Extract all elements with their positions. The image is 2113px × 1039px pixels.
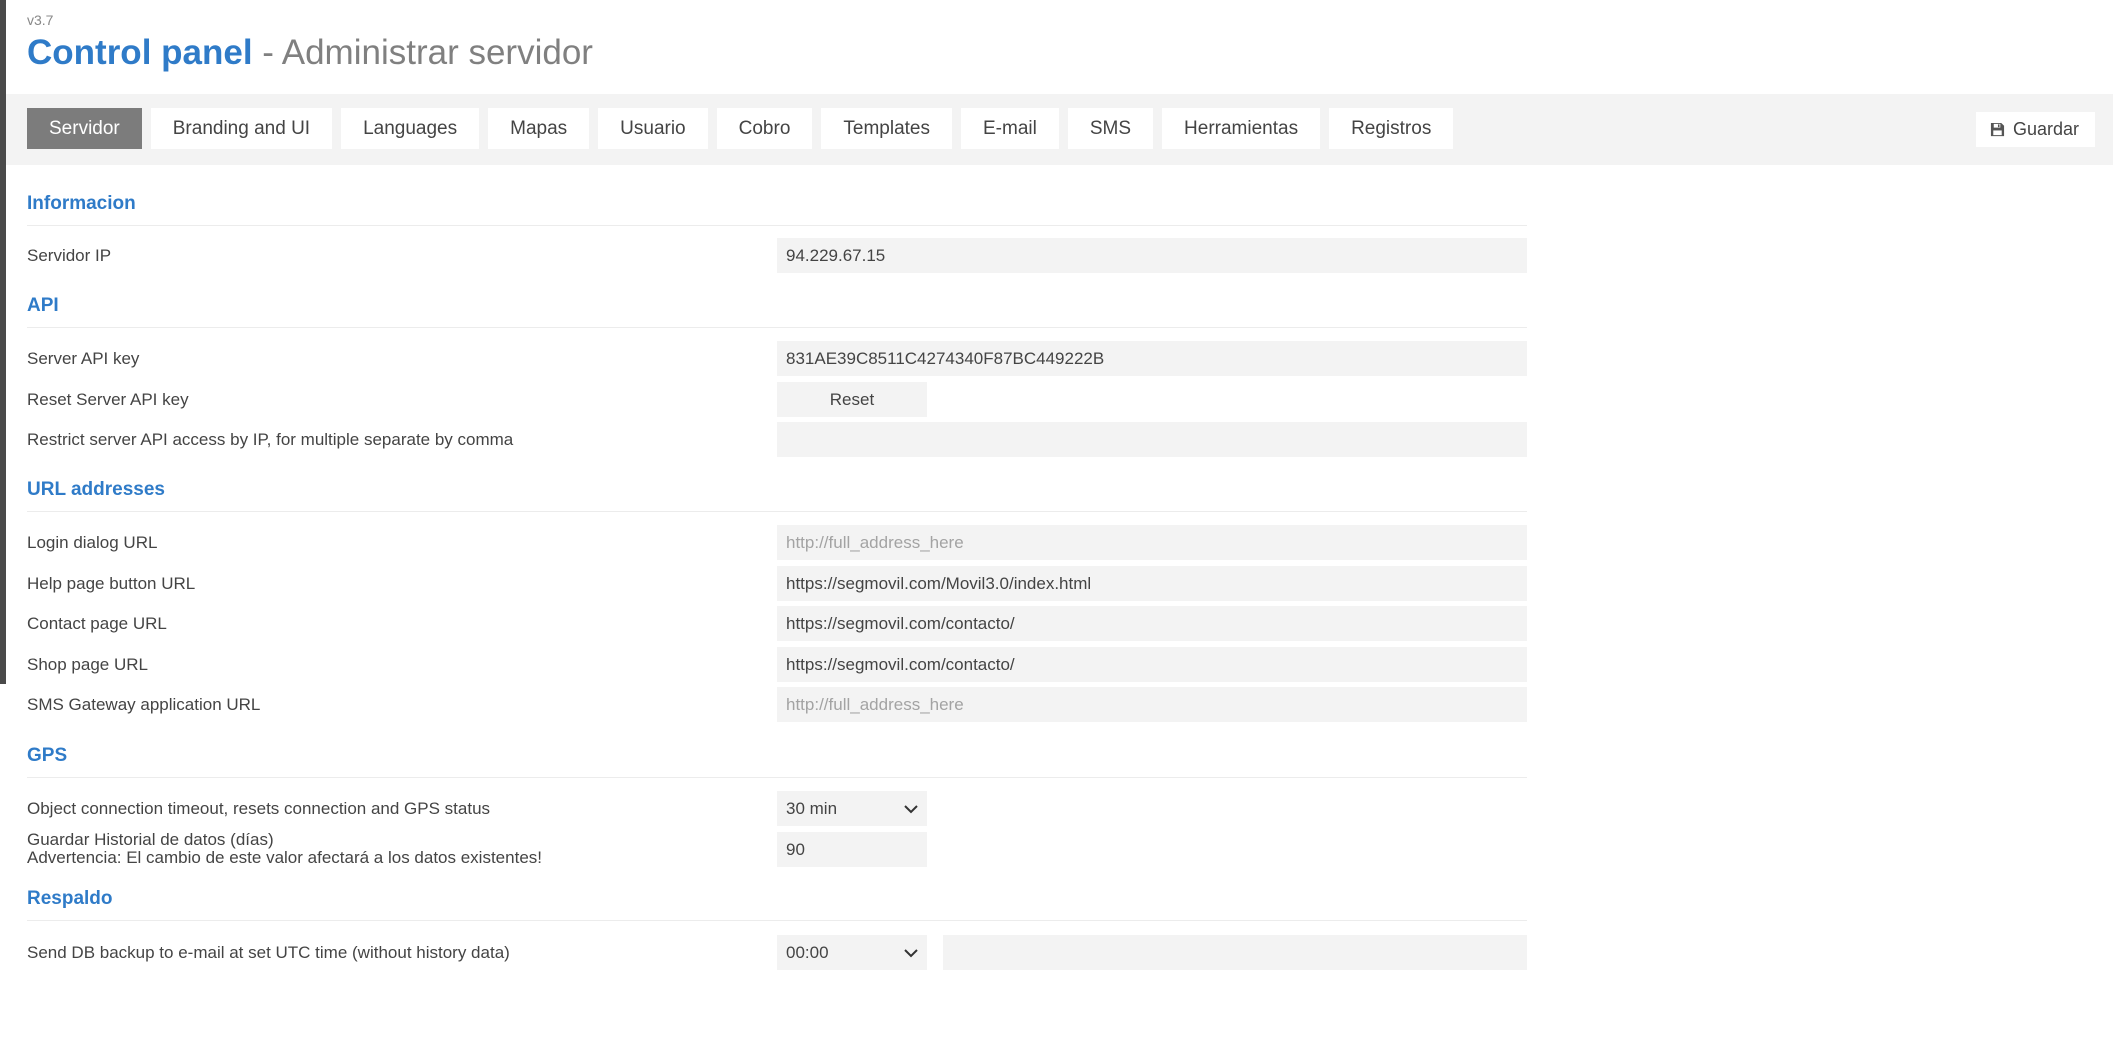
section-title-url-addresses: URL addresses: [27, 479, 1527, 512]
tab-cobro[interactable]: Cobro: [716, 108, 813, 149]
backup-time-select[interactable]: 00:00: [777, 935, 927, 970]
tab-branding-and-ui[interactable]: Branding and UI: [150, 108, 333, 149]
page: v3.7 Control panel - Administrar servido…: [0, 0, 2113, 1039]
server-api-key-label: Server API key: [27, 349, 140, 368]
tab-sms[interactable]: SMS: [1067, 108, 1154, 149]
version-label: v3.7: [27, 12, 54, 28]
history-warning-text: Advertencia: El cambio de este valor afe…: [27, 848, 542, 867]
tab-templates[interactable]: Templates: [821, 108, 952, 149]
save-button-label: Guardar: [2012, 119, 2079, 139]
tab-registros[interactable]: Registros: [1329, 108, 1454, 149]
page-title-main: Control panel: [27, 33, 253, 72]
sms-gateway-url-label: SMS Gateway application URL: [27, 695, 261, 714]
tab-mapas[interactable]: Mapas: [488, 108, 590, 149]
tab-herramientas[interactable]: Herramientas: [1162, 108, 1321, 149]
tab-bar: Servidor Branding and UI Languages Mapas…: [6, 94, 2113, 165]
reset-api-key-label: Reset Server API key: [27, 390, 189, 409]
section-title-gps: GPS: [27, 745, 1527, 778]
tab-servidor[interactable]: Servidor: [27, 108, 142, 149]
tab-usuario[interactable]: Usuario: [598, 108, 708, 149]
login-dialog-url-label: Login dialog URL: [27, 533, 158, 552]
shop-page-url-label: Shop page URL: [27, 655, 148, 674]
backup-time-value: 00:00: [786, 942, 829, 962]
section-title-respaldo: Respaldo: [27, 888, 1527, 921]
tab-languages[interactable]: Languages: [341, 108, 480, 149]
section-title-informacion: Informacion: [27, 193, 1527, 226]
contact-page-url-label: Contact page URL: [27, 614, 167, 633]
help-page-url-label: Help page button URL: [27, 574, 196, 593]
history-days-label: Guardar Historial de datos (días): [27, 830, 274, 849]
contact-page-url-field[interactable]: https://segmovil.com/contacto/: [777, 606, 1527, 641]
page-title-sub: - Administrar servidor: [262, 33, 593, 72]
db-backup-label: Send DB backup to e-mail at set UTC time…: [27, 943, 510, 962]
server-api-key-field[interactable]: 831AE39C8511C4274340F87BC449222B: [777, 341, 1527, 376]
server-ip-field[interactable]: 94.229.67.15: [777, 238, 1527, 273]
page-title: Control panel - Administrar servidor: [27, 31, 593, 75]
save-button[interactable]: Guardar: [1975, 112, 2095, 147]
chevron-down-icon: [904, 943, 918, 963]
reset-api-key-button[interactable]: Reset: [777, 382, 927, 417]
shop-page-url-field[interactable]: https://segmovil.com/contacto/: [777, 647, 1527, 682]
section-title-api: API: [27, 295, 1527, 328]
connection-timeout-select[interactable]: 30 min: [777, 791, 927, 826]
server-ip-label: Servidor IP: [27, 246, 112, 265]
restrict-api-ip-label: Restrict server API access by IP, for mu…: [27, 430, 514, 449]
backup-email-field[interactable]: [943, 935, 1527, 970]
login-dialog-url-field[interactable]: http://full_address_here: [777, 525, 1527, 560]
help-page-url-field[interactable]: https://segmovil.com/Movil3.0/index.html: [777, 566, 1527, 601]
sms-gateway-url-field[interactable]: http://full_address_here: [777, 687, 1527, 722]
tab-list: Servidor Branding and UI Languages Mapas…: [27, 108, 1454, 149]
connection-timeout-value: 30 min: [786, 798, 838, 818]
tab-email[interactable]: E-mail: [961, 108, 1059, 149]
connection-timeout-label: Object connection timeout, resets connec…: [27, 799, 491, 818]
floppy-disk-icon: [1990, 122, 2005, 137]
restrict-api-ip-field[interactable]: [777, 422, 1527, 457]
chevron-down-icon: [904, 799, 918, 819]
history-days-field[interactable]: 90: [777, 832, 927, 867]
